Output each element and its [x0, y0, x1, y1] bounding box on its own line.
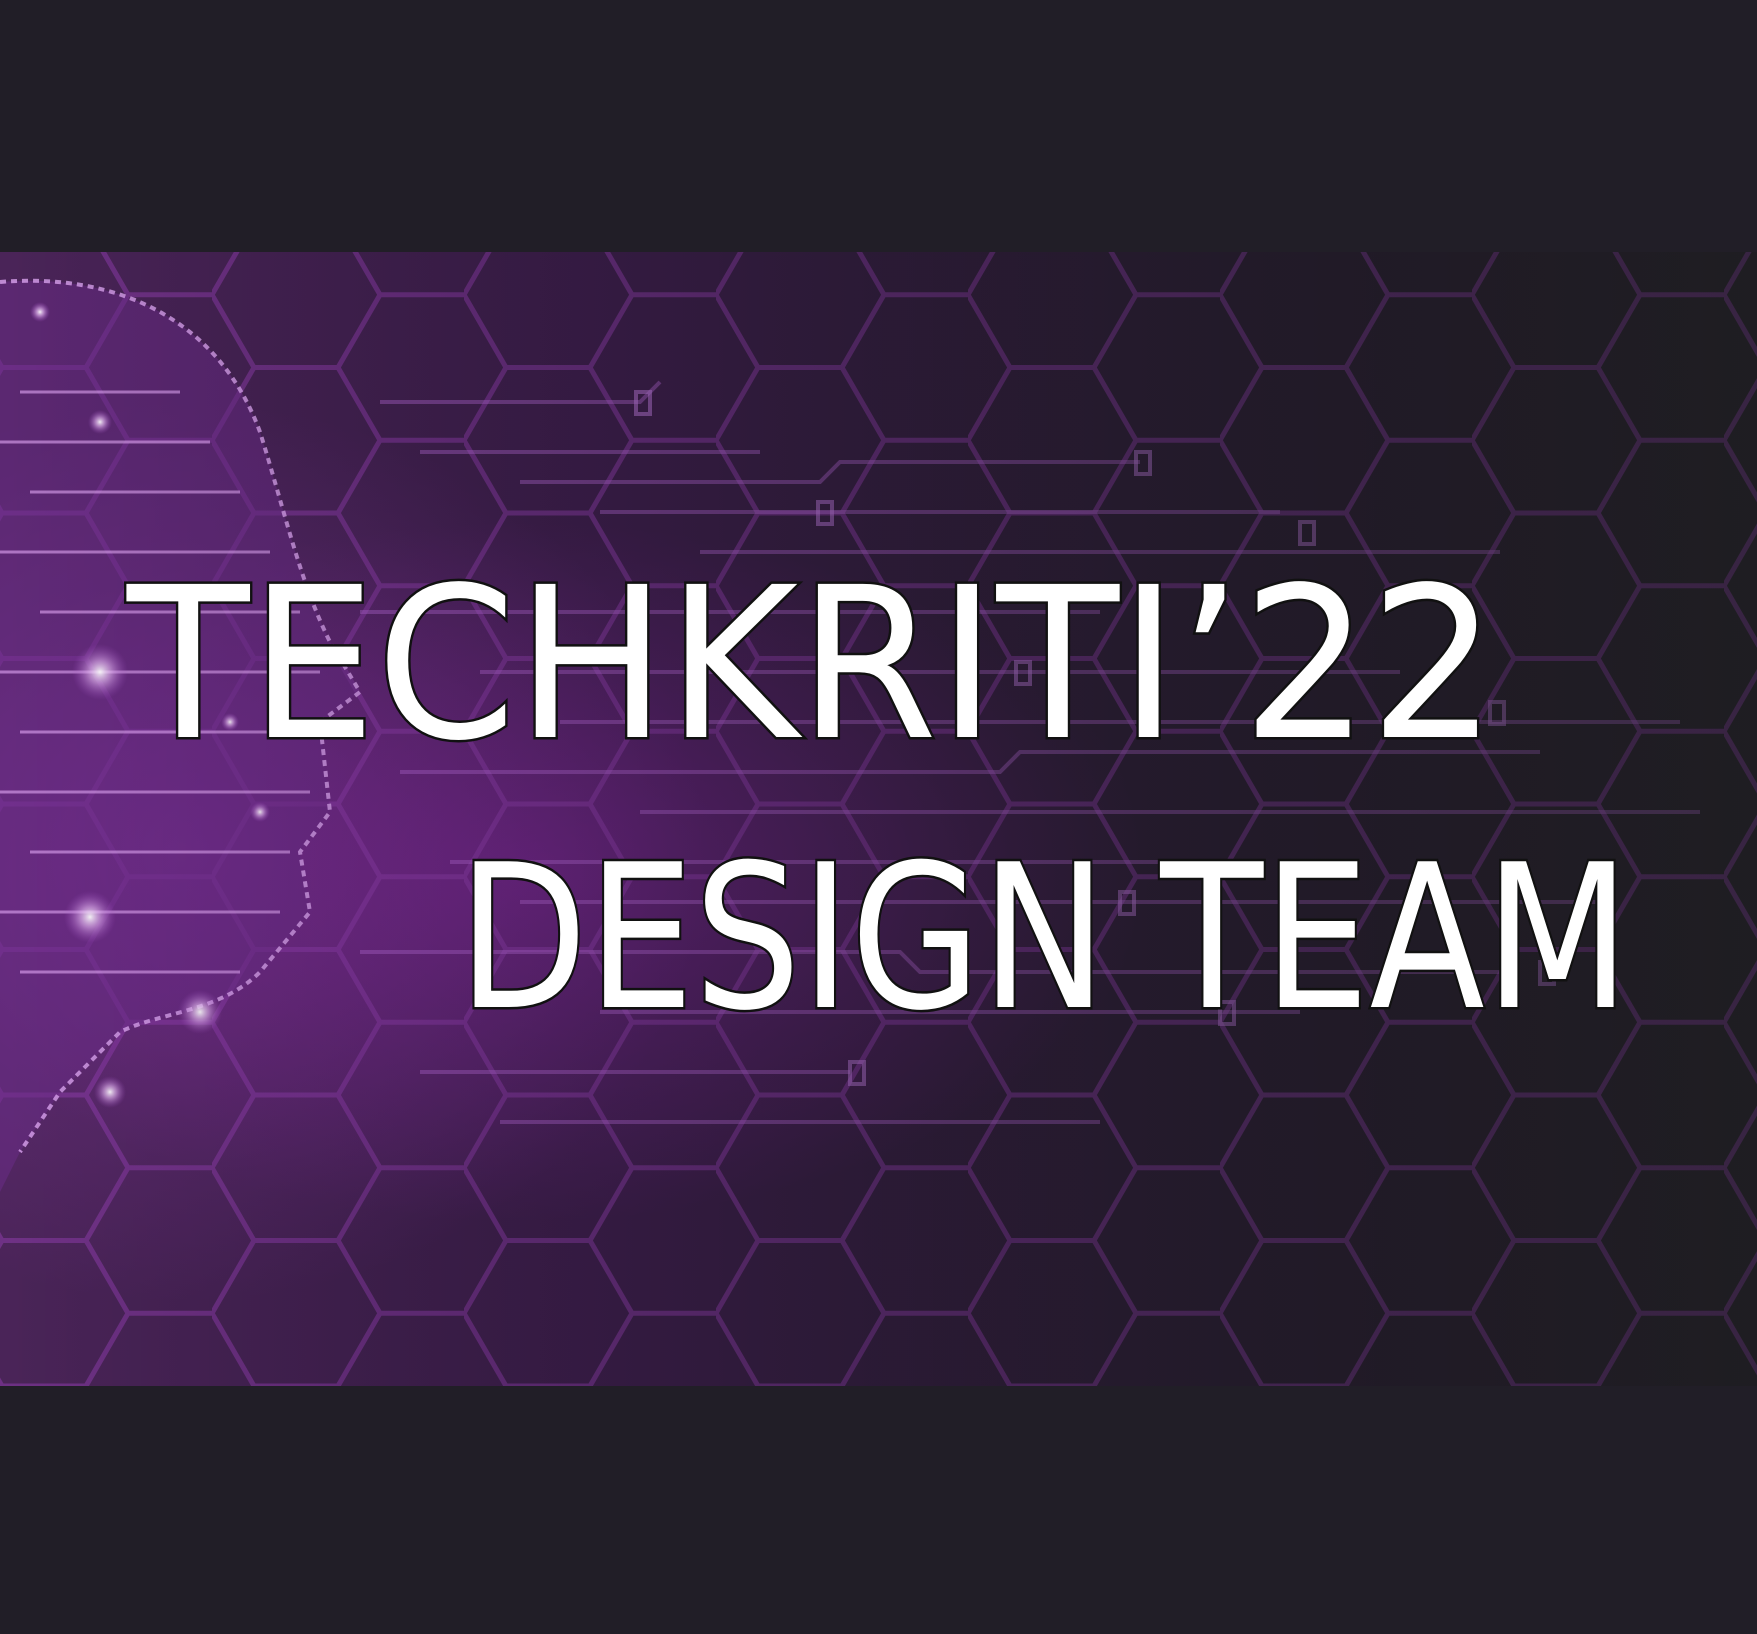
title-techkriti: TECHKRITI’22 [126, 542, 1497, 787]
banner-image: TECHKRITI’22 DESIGN TEAM [0, 252, 1757, 1386]
bottom-letterbox [0, 1386, 1757, 1634]
title-design-team: DESIGN TEAM [458, 822, 1630, 1055]
title-overlay: TECHKRITI’22 DESIGN TEAM [124, 540, 1633, 1058]
top-letterbox [0, 0, 1757, 252]
